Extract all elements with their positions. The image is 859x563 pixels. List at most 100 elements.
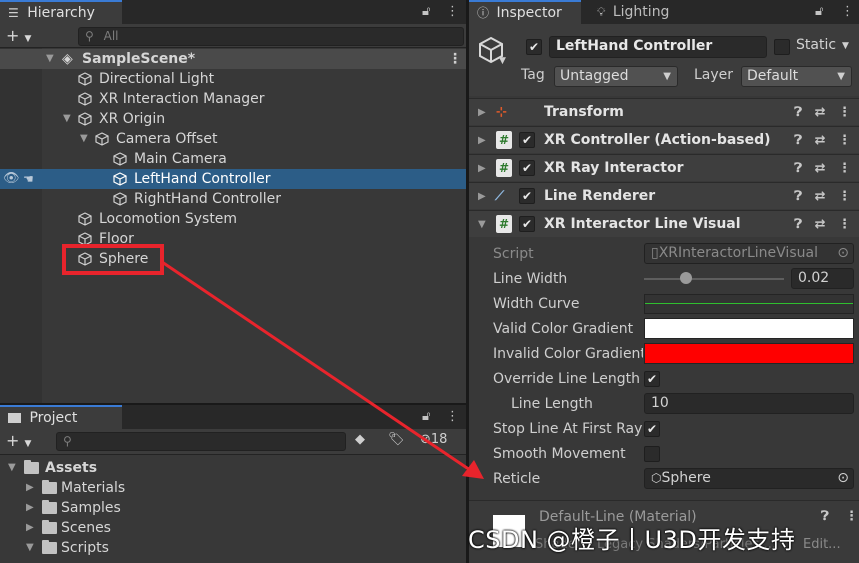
search-icon: ⚲ [63,434,72,448]
project-search-input[interactable]: ⚲ [56,432,346,451]
hierarchy-item-selected[interactable]: 👁︎ ☚ LeftHand Controller [0,169,466,189]
kebab-menu-icon[interactable]: ⋮ [841,0,854,24]
component-menu-icon[interactable]: ⋮ [838,189,851,204]
hidden-packages-toggle[interactable]: ⊘18 [420,432,447,451]
hierarchy-item[interactable]: Locomotion System [0,209,466,229]
tab-hierarchy[interactable]: ☰ Hierarchy [0,0,122,24]
preset-icon[interactable]: ⇄ [815,105,826,120]
pickable-hand-icon[interactable]: ☚ [23,169,34,189]
visibility-eye-icon[interactable]: 👁︎ [3,169,20,189]
width-curve-field[interactable] [644,294,854,314]
project-folder[interactable]: ▶ Materials [0,478,466,498]
hierarchy-item[interactable]: Floor [0,229,466,249]
component-line-renderer[interactable]: ▶ ⟋ ✔ Line Renderer ❓︎ ⇄ ⋮ [469,182,859,209]
stop-line-checkbox[interactable]: ✔ [644,421,660,437]
hierarchy-item[interactable]: Main Camera [0,149,466,169]
component-enabled-checkbox[interactable]: ✔ [519,132,535,148]
line-width-slider-thumb[interactable] [680,272,692,284]
component-xr-interactor-line-visual[interactable]: ▼ # ✔ XR Interactor Line Visual ❓︎ ⇄ ⋮ [469,210,859,237]
line-width-slider-track[interactable] [644,278,784,280]
active-checkbox[interactable]: ✔ [526,39,542,55]
preset-icon[interactable]: ⇄ [815,161,826,176]
expand-arrow-icon[interactable]: ▼ [26,538,34,558]
create-asset-button[interactable]: + ▼ [6,431,31,450]
lock-icon[interactable]: 🔓︎ [422,405,430,429]
component-menu-icon[interactable]: ⋮ [838,217,851,232]
layer-label: Layer [694,67,734,83]
edit-shader-button[interactable]: Edit... [803,537,841,552]
hierarchy-search-input[interactable]: ⚲ All [78,27,464,46]
scene-row[interactable]: ▼ ◈ SampleScene* ⋮ [0,49,466,69]
component-xr-controller[interactable]: ▶ # ✔ XR Controller (Action-based) ❓︎ ⇄ … [469,126,859,153]
reticle-object-field[interactable]: ⬡Sphere ⊙ [644,468,854,489]
kebab-menu-icon[interactable]: ⋮ [446,0,459,24]
add-object-button[interactable]: + ▼ [6,26,31,45]
tab-inspector[interactable]: ⓘ Inspector [469,0,581,24]
tag-dropdown[interactable]: Untagged ▼ [554,66,678,87]
invalid-color-gradient-swatch[interactable] [644,343,854,364]
filter-by-label-icon[interactable]: 🏷︎ [388,432,412,451]
expand-arrow-icon[interactable]: ▶ [478,127,486,154]
lock-icon[interactable]: 🔓︎ [422,0,430,24]
preset-icon[interactable]: ⇄ [815,189,826,204]
layer-dropdown[interactable]: Default ▼ [741,66,852,87]
expand-arrow-icon[interactable]: ▶ [26,518,34,538]
expand-arrow-icon[interactable]: ▼ [63,109,71,129]
component-enabled-checkbox[interactable]: ✔ [519,188,535,204]
help-icon[interactable]: ❓︎ [794,105,802,120]
component-enabled-checkbox[interactable]: ✔ [519,216,535,232]
lock-icon[interactable]: 🔓︎ [815,0,823,24]
preset-icon[interactable]: ⇄ [815,133,826,148]
help-icon[interactable]: ❓︎ [794,161,802,176]
smooth-movement-checkbox[interactable] [644,446,660,462]
help-icon[interactable]: ❓︎ [794,217,802,232]
line-width-input[interactable]: 0.02 [791,268,854,289]
expand-arrow-icon[interactable]: ▼ [478,211,486,238]
hierarchy-item[interactable]: XR Interaction Manager [0,89,466,109]
component-menu-icon[interactable]: ⋮ [838,105,851,120]
tab-lighting[interactable]: 💡︎ Lighting [589,0,677,24]
expand-arrow-icon[interactable]: ▶ [26,498,34,518]
line-length-input[interactable]: 10 [644,393,854,414]
expand-arrow-icon[interactable]: ▶ [478,155,486,182]
component-enabled-checkbox[interactable]: ✔ [519,160,535,176]
component-transform[interactable]: ▶ ⊹ Transform ❓︎ ⇄ ⋮ [469,98,859,125]
project-folder[interactable]: ▶ Scenes [0,518,466,538]
static-dropdown-arrow-icon[interactable]: ▼ [842,41,849,51]
tag-value: Untagged [560,68,629,84]
help-icon[interactable]: ❓︎ [794,133,802,148]
component-menu-icon[interactable]: ⋮ [838,161,851,176]
hierarchy-item[interactable]: RightHand Controller [0,189,466,209]
component-menu-icon[interactable]: ⋮ [838,133,851,148]
kebab-menu-icon[interactable]: ⋮ [446,405,459,429]
tab-project[interactable]: Project [0,405,122,429]
component-menu-icon[interactable]: ⋮ [845,509,858,524]
project-folder-root[interactable]: ▼ Assets [0,458,466,478]
open-folder-icon [24,460,39,474]
hierarchy-item[interactable]: Directional Light [0,69,466,89]
hierarchy-item[interactable]: Sphere [0,249,466,269]
help-icon[interactable]: ❓︎ [794,189,802,204]
project-folder[interactable]: ▶ Samples [0,498,466,518]
hierarchy-item-label: RightHand Controller [134,191,282,207]
valid-color-gradient-swatch[interactable] [644,318,854,339]
expand-arrow-icon[interactable]: ▼ [80,129,88,149]
expand-arrow-icon[interactable]: ▼ [8,458,16,478]
expand-arrow-icon[interactable]: ▼ [46,49,54,69]
icon-dropdown-arrow-icon[interactable]: ▼ [499,56,506,66]
static-checkbox[interactable] [774,39,790,55]
project-folder[interactable]: ▼ Scripts [0,538,466,558]
help-icon[interactable]: ❓︎ [821,509,829,524]
scene-menu-icon[interactable]: ⋮ [448,49,462,69]
object-picker-icon[interactable]: ⊙ [837,469,849,488]
expand-arrow-icon[interactable]: ▶ [478,183,486,210]
object-name-field[interactable]: LeftHand Controller [549,36,767,58]
component-xr-ray-interactor[interactable]: ▶ # ✔ XR Ray Interactor ❓︎ ⇄ ⋮ [469,154,859,181]
preset-icon[interactable]: ⇄ [815,217,826,232]
override-line-length-checkbox[interactable]: ✔ [644,371,660,387]
expand-arrow-icon[interactable]: ▶ [26,478,34,498]
hierarchy-item[interactable]: ▼ Camera Offset [0,129,466,149]
filter-by-type-icon[interactable]: ◆ [355,432,379,451]
expand-arrow-icon[interactable]: ▶ [478,99,486,126]
hierarchy-item[interactable]: ▼ XR Origin [0,109,466,129]
